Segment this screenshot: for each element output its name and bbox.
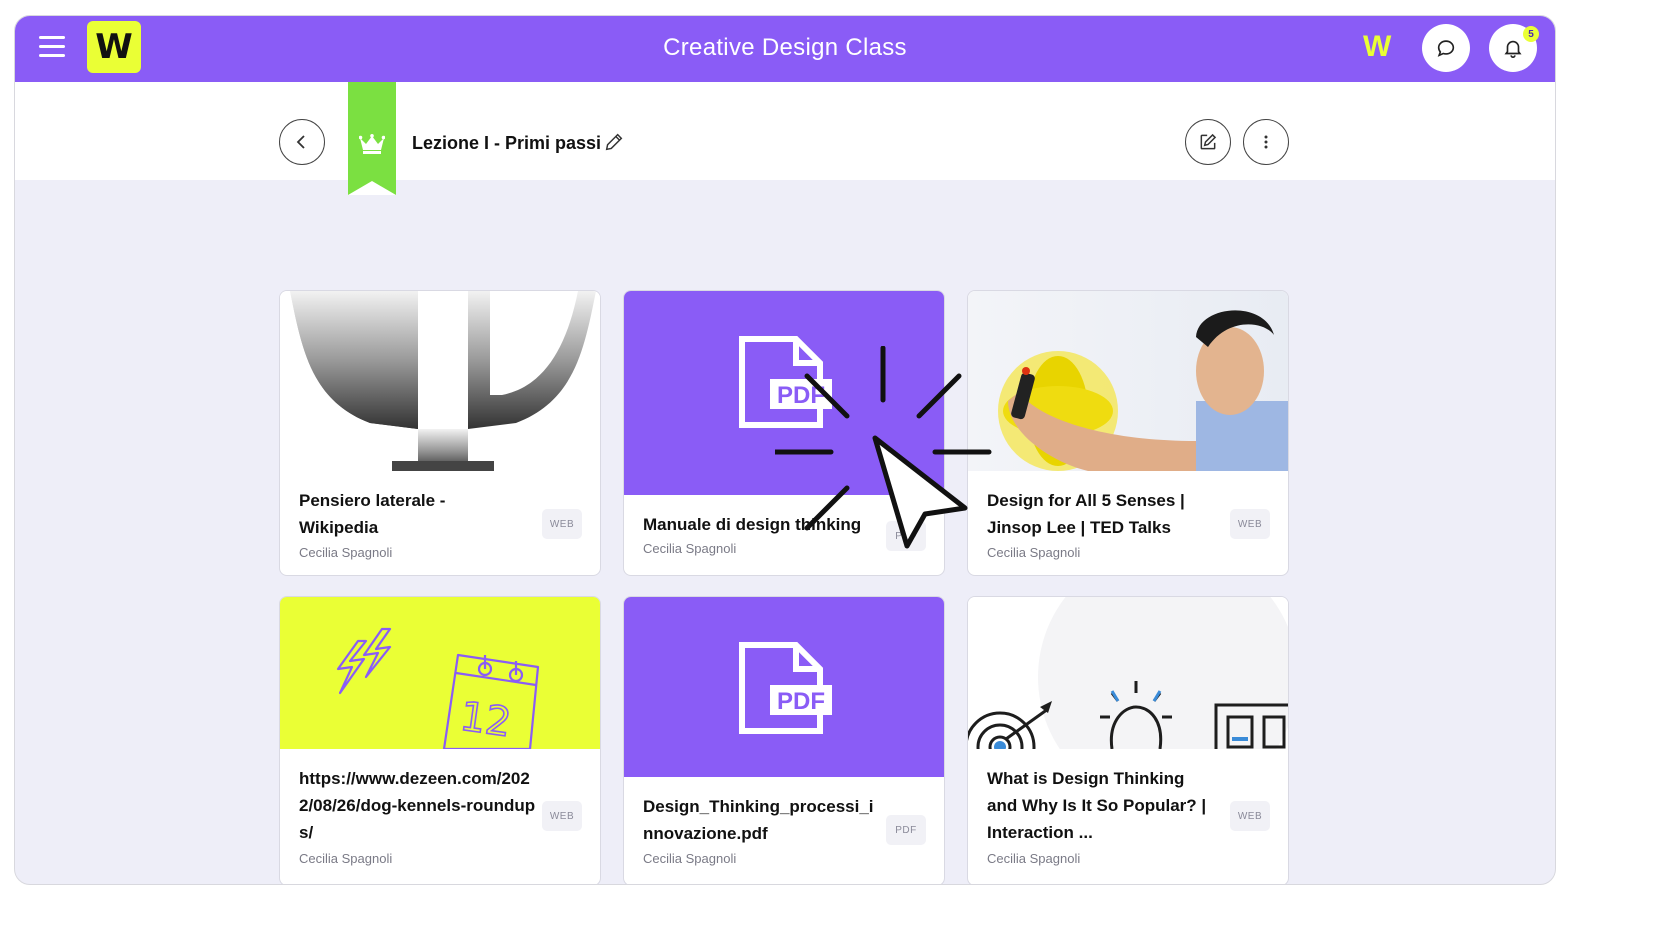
more-options-button[interactable]	[1243, 119, 1289, 165]
card-thumbnail: 12	[280, 597, 600, 749]
lesson-title: Lezione I - Primi passi	[412, 133, 602, 153]
card-thumbnail: PDF	[624, 597, 944, 777]
notifications-button[interactable]: 5	[1489, 24, 1539, 72]
type-badge: PDF	[886, 521, 926, 551]
type-badge: WEB	[1230, 509, 1270, 539]
card-author: Cecilia Spagnoli	[643, 851, 737, 866]
card-title: Pensiero laterale - Wikipedia	[299, 491, 446, 537]
app-window: W Creative Design Class W 5 Lezione I - …	[14, 15, 1556, 885]
card-thumbnail: PDF	[624, 291, 944, 495]
top-bar: W Creative Design Class W 5	[15, 16, 1555, 82]
card-thumbnail	[280, 291, 600, 471]
type-badge: WEB	[542, 801, 582, 831]
card-author: Cecilia Spagnoli	[299, 545, 393, 560]
resource-card[interactable]: PDF Design_Thinking_processi_innovazione…	[623, 596, 945, 884]
pencil-icon[interactable]	[603, 131, 625, 153]
resource-card[interactable]: 12 https://www.dezeen.com/2022/08/26/dog…	[279, 596, 601, 884]
app-title: Creative Design Class	[663, 34, 907, 61]
card-author: Cecilia Spagnoli	[643, 541, 737, 556]
card-title: What is Design Thinking and Why Is It So…	[987, 769, 1207, 842]
ted-speaker-image	[998, 310, 1288, 471]
card-thumbnail	[968, 597, 1288, 749]
more-vertical-icon	[1264, 135, 1268, 149]
card-title: Design_Thinking_processi_innovazione.pdf	[643, 797, 874, 843]
type-badge: WEB	[542, 509, 582, 539]
type-badge: WEB	[1230, 801, 1270, 831]
chevron-left-icon	[296, 135, 305, 149]
card-author: Cecilia Spagnoli	[987, 545, 1081, 560]
edit-square-icon	[1200, 133, 1217, 150]
card-title: Manuale di design thinking	[643, 515, 862, 534]
resource-card[interactable]: PDF Manuale di design thinking Cecilia S…	[623, 290, 945, 576]
pdf-file-icon: PDF	[739, 642, 832, 734]
card-thumbnail	[968, 291, 1288, 471]
back-button[interactable]	[279, 119, 325, 165]
design-icons-illustration	[968, 597, 1288, 749]
brand-mark: W	[1363, 30, 1392, 63]
edit-content-button[interactable]	[1185, 119, 1231, 165]
bell-icon	[1504, 40, 1522, 58]
resource-card[interactable]: Pensiero laterale - Wikipedia Cecilia Sp…	[279, 290, 601, 576]
psi-symbol-image	[290, 291, 596, 471]
card-title: https://www.dezeen.com/2022/08/26/dog-ke…	[299, 769, 536, 842]
type-badge: PDF	[886, 815, 926, 845]
resource-card[interactable]: What is Design Thinking and Why Is It So…	[967, 596, 1289, 884]
notification-badge: 5	[1523, 26, 1539, 42]
card-title: Design for All 5 Senses | Jinsop Lee | T…	[987, 491, 1185, 537]
crown-icon	[359, 134, 385, 154]
pdf-file-icon: PDF	[739, 336, 832, 428]
chat-bubble-icon	[1437, 40, 1455, 57]
chat-button[interactable]	[1422, 24, 1470, 72]
card-author: Cecilia Spagnoli	[299, 851, 393, 866]
lesson-ribbon	[348, 82, 396, 195]
card-author: Cecilia Spagnoli	[987, 851, 1081, 866]
calendar-illustration: 12	[336, 627, 540, 749]
resource-card[interactable]: Design for All 5 Senses | Jinsop Lee | T…	[967, 290, 1289, 576]
lesson-header	[15, 82, 1555, 180]
calendar-label: 12	[457, 694, 514, 747]
pdf-label: PDF	[777, 688, 825, 715]
pdf-label: PDF	[777, 382, 825, 409]
